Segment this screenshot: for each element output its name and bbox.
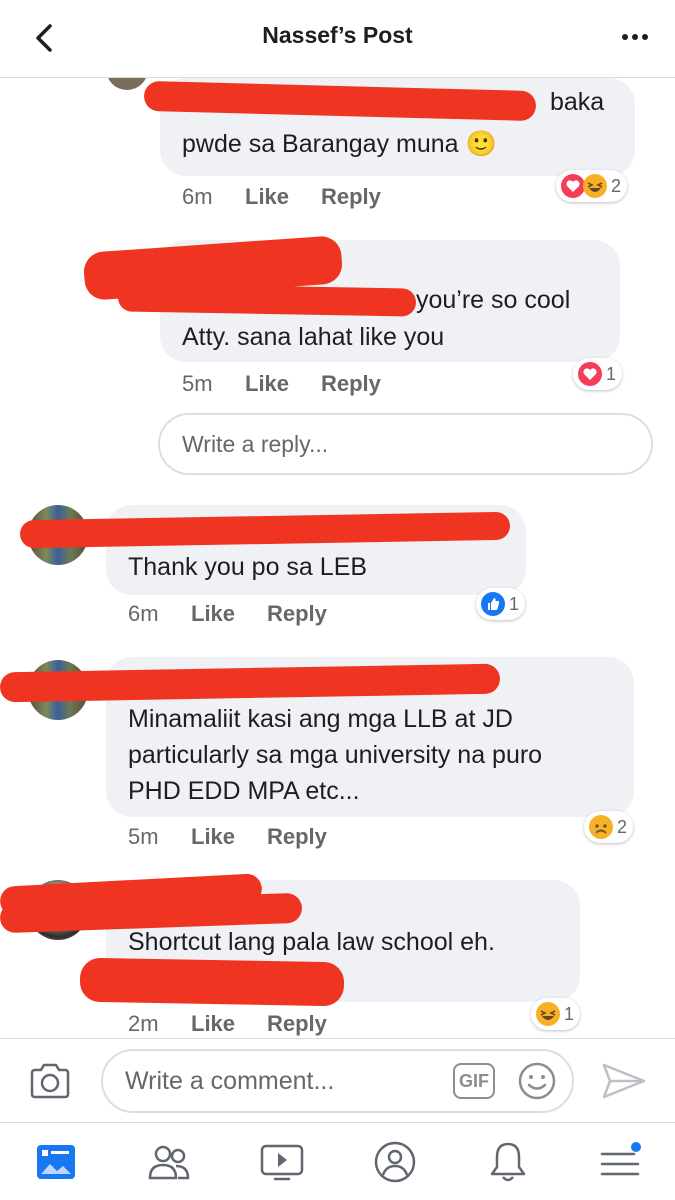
more-dots-icon	[622, 34, 648, 40]
comment-text: PHD EDD MPA etc...	[128, 777, 360, 805]
comment-text: pwde sa Barangay muna 🙂	[182, 130, 497, 158]
tab-menu[interactable]	[595, 1137, 645, 1187]
reaction-summary[interactable]: 1	[476, 588, 526, 620]
friends-icon	[148, 1145, 190, 1180]
reply-button[interactable]: Reply	[267, 824, 327, 850]
reaction-count: 2	[617, 816, 628, 837]
comment-text: Minamaliit kasi ang mga LLB at JD	[128, 705, 513, 733]
camera-button[interactable]	[28, 1061, 72, 1101]
like-button[interactable]: Like	[191, 601, 235, 627]
comment-text: baka	[550, 88, 605, 116]
sad-icon	[589, 815, 613, 839]
reaction-count: 1	[564, 1003, 575, 1024]
camera-icon	[30, 1063, 70, 1099]
redaction-mark	[79, 957, 345, 1007]
like-button[interactable]: Like	[191, 1011, 235, 1037]
bottom-tab-bar	[0, 1122, 675, 1200]
profile-icon	[374, 1141, 416, 1183]
tab-notifications[interactable]	[483, 1137, 533, 1187]
reaction-count: 1	[606, 363, 617, 384]
haha-icon	[583, 174, 607, 198]
notifications-icon	[490, 1142, 526, 1182]
comment-time: 6m	[182, 184, 213, 209]
comment-time: 5m	[128, 824, 159, 849]
comment-text: particularly sa mga university na puro	[128, 741, 543, 769]
comment-time: 5m	[182, 371, 213, 396]
comment-time: 6m	[128, 601, 159, 626]
comment-text: Atty. sana lahat like you	[182, 323, 445, 351]
reply-input[interactable]: Write a reply...	[158, 413, 653, 475]
reply-button[interactable]: Reply	[267, 601, 327, 627]
reply-button[interactable]: Reply	[267, 1011, 327, 1037]
more-options-button[interactable]	[617, 22, 653, 52]
tab-watch[interactable]	[257, 1137, 307, 1187]
redaction-mark	[117, 283, 417, 317]
news-feed-icon	[37, 1145, 75, 1179]
post-header: Nassef’s Post	[0, 0, 675, 78]
reaction-summary[interactable]: 1	[573, 358, 623, 390]
smiley-icon	[518, 1062, 556, 1100]
page-title: Nassef’s Post	[262, 22, 413, 48]
comment-text: Shortcut lang pala law school eh.	[128, 928, 495, 956]
reply-button[interactable]: Reply	[321, 371, 381, 397]
comment-input-placeholder: Write a comment...	[125, 1067, 335, 1095]
like-button[interactable]: Like	[245, 371, 289, 397]
sticker-button[interactable]	[517, 1061, 557, 1101]
haha-icon	[536, 1002, 560, 1026]
menu-icon	[600, 1142, 641, 1176]
reaction-summary[interactable]: 1	[531, 998, 581, 1030]
like-button[interactable]: Like	[245, 184, 289, 210]
like-icon	[481, 592, 505, 616]
gif-button[interactable]: GIF	[453, 1063, 495, 1099]
reply-button[interactable]: Reply	[321, 184, 381, 210]
send-button[interactable]	[600, 1061, 648, 1101]
comment-time: 2m	[128, 1011, 159, 1036]
like-button[interactable]: Like	[191, 824, 235, 850]
love-icon	[578, 362, 602, 386]
comment-text: you’re so cool	[416, 286, 571, 314]
reaction-summary[interactable]: 2	[584, 811, 634, 843]
reaction-count: 1	[509, 593, 520, 614]
tab-profile[interactable]	[370, 1137, 420, 1187]
send-icon	[602, 1063, 646, 1099]
watch-icon	[260, 1144, 304, 1181]
comment-text: Thank you po sa LEB	[128, 553, 368, 581]
reaction-summary[interactable]: 2	[556, 170, 628, 202]
comment-input[interactable]: Write a comment... GIF	[101, 1049, 574, 1113]
comment-composer: Write a comment... GIF	[0, 1038, 675, 1122]
reaction-count: 2	[611, 175, 622, 196]
tab-friends[interactable]	[144, 1137, 194, 1187]
tab-news-feed[interactable]	[31, 1137, 81, 1187]
